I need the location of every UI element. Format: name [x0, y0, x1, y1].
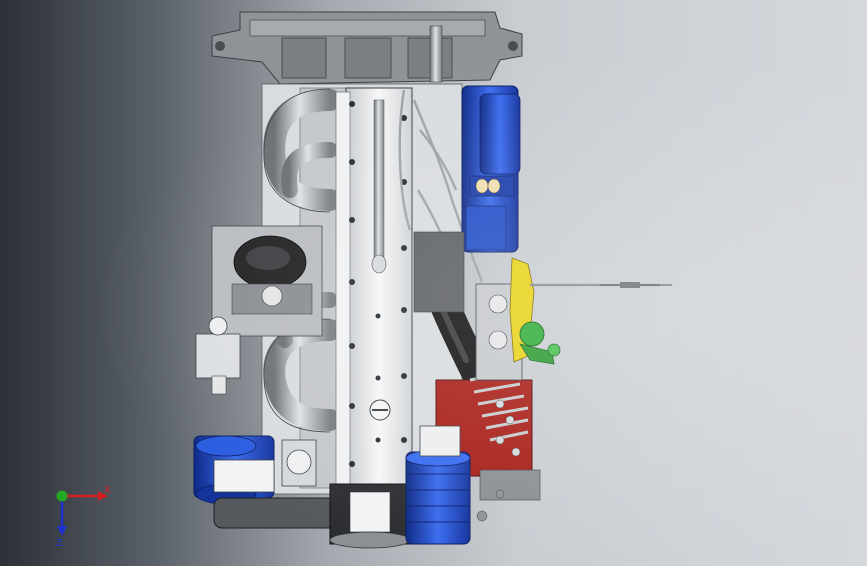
x-axis-label: X: [104, 485, 111, 496]
control-cable[interactable]: [530, 282, 672, 288]
graphics-viewport[interactable]: X Z: [0, 0, 867, 562]
flywheel-housing[interactable]: [211, 11, 523, 85]
thermostat-housing[interactable]: [281, 439, 317, 487]
starter-motor[interactable]: [461, 85, 521, 253]
water-pump[interactable]: [193, 435, 275, 505]
y-axis-dot: [56, 490, 68, 502]
coordinate-triad: X Z: [56, 485, 111, 548]
mounting-bracket[interactable]: [413, 231, 465, 313]
green-fitting[interactable]: [519, 321, 561, 365]
engine-model[interactable]: [0, 0, 867, 562]
z-axis-label: Z: [56, 538, 63, 548]
